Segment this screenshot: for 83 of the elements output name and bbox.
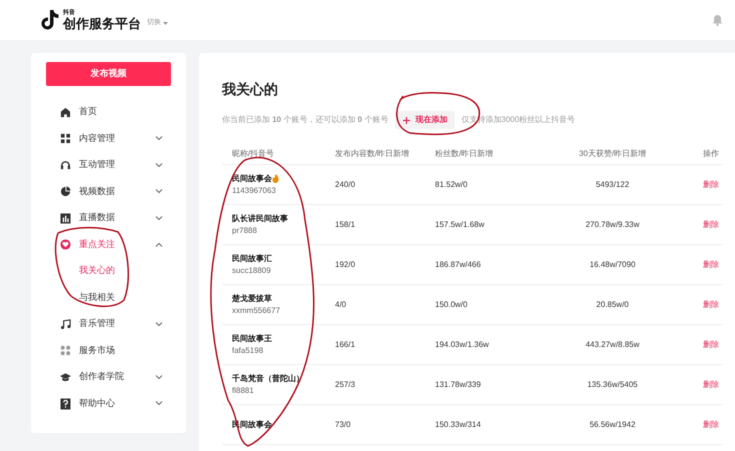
sidebar-item[interactable]: 创作者学院 — [46, 364, 171, 390]
question-icon — [60, 398, 71, 410]
sidebar-item[interactable]: 互动管理 — [46, 152, 171, 178]
sidebar-item[interactable]: 内容管理 — [46, 125, 171, 152]
table-cell-text: 240/0 — [335, 178, 356, 190]
pie-chart-icon — [60, 186, 71, 197]
table-cell-text: 81.52w/0 — [435, 178, 468, 190]
caret-icon — [163, 22, 168, 24]
summary-text: 你当前已添加 10 个账号，还可以添加 0 个账号 — [222, 114, 388, 126]
table-cell-text: 158/1 — [335, 218, 356, 230]
sidebar-item[interactable]: 视频数据 — [46, 178, 171, 205]
publish-video-button[interactable]: 发布视频 — [46, 62, 171, 86]
table-cell-text: 131.78w/339 — [435, 378, 482, 390]
column-header: 昵称/抖音号 — [231, 148, 276, 160]
account-id: fl8881 — [232, 384, 255, 396]
account-id: succ18809 — [232, 264, 272, 276]
sidebar-subitem[interactable]: 与我相关 — [46, 284, 171, 311]
table-cell-text: 194.03w/1.36w — [435, 338, 490, 350]
table-cell: 16.48w/7090 — [590, 258, 636, 270]
account-id: xxmm556677 — [232, 304, 282, 316]
add-now-button[interactable]: 现在添加 — [395, 111, 456, 129]
account-id: 1143967063 — [232, 184, 277, 196]
chevron-down-icon — [155, 374, 163, 380]
sidebar-item[interactable]: 首页 — [46, 98, 171, 126]
table-cell-text: 150.33w/314 — [435, 418, 482, 430]
sidebar-item[interactable]: 直播数据 — [46, 204, 171, 232]
music-note-logo-icon — [40, 9, 60, 31]
home-icon — [60, 106, 71, 118]
account-name: 千岛梵音（普陀山） — [232, 372, 304, 384]
chevron-down-icon — [155, 322, 163, 326]
delete-link[interactable]: 删除 — [703, 378, 723, 390]
chevron-down-icon — [155, 136, 163, 141]
table-cell-text: 150.0w/0 — [435, 298, 468, 310]
sidebar-item[interactable]: 帮助中心 — [46, 390, 171, 417]
column-header: 操作 — [703, 148, 720, 160]
table-cell: 135.36w/5405 — [587, 378, 638, 390]
account-name: 民间故事汇 — [232, 252, 272, 264]
graduation-cap-icon — [60, 372, 71, 382]
sidebar-item[interactable]: 音乐管理 — [46, 310, 171, 338]
table-cell-text: 166/1 — [335, 338, 356, 350]
sidebar-item[interactable]: 重点关注 — [46, 231, 171, 258]
delete-link[interactable]: 删除 — [703, 258, 723, 270]
plus-icon — [403, 116, 410, 124]
music-note-icon — [60, 318, 71, 330]
table-cell-text: 186.87w/466 — [435, 258, 482, 270]
table-cell: 443.27w/8.85w — [586, 338, 640, 350]
heart-icon — [60, 239, 71, 250]
table-cell-text: 192/0 — [335, 258, 356, 270]
chevron-down-icon — [155, 189, 163, 194]
delete-link[interactable]: 删除 — [703, 338, 723, 350]
account-name: 楚戈爱拔草 — [232, 292, 272, 304]
column-header: 发布内容数/昨日新增 — [335, 148, 410, 160]
account-name: 队长讲民间故事 — [232, 212, 288, 224]
delete-link[interactable]: 删除 — [703, 298, 723, 310]
table-cell-text: 73/0 — [335, 418, 352, 430]
chevron-up-icon — [155, 242, 163, 247]
table-cell-text: 257/3 — [335, 378, 356, 390]
headset-icon — [60, 160, 71, 170]
bell-icon[interactable] — [712, 14, 723, 26]
account-id: fafa5198 — [232, 344, 264, 356]
table-cell: 5493/122 — [596, 178, 630, 190]
sidebar-item[interactable]: 服务市场 — [46, 337, 171, 364]
grid-icon — [60, 133, 71, 144]
table-cell: 56.56w/1942 — [590, 418, 636, 430]
chevron-down-icon — [155, 216, 163, 220]
table-cell-text: 4/0 — [335, 298, 348, 310]
chevron-down-icon — [155, 401, 163, 406]
column-header: 30天获赞/昨日新增 — [578, 148, 646, 160]
page-title: 我关心的 — [222, 80, 279, 99]
delete-link[interactable]: 删除 — [703, 218, 723, 230]
table-cell-text: 157.5w/1.68w — [435, 218, 486, 230]
table-cell: 20.85w/0 — [596, 298, 629, 310]
grid-icon — [60, 345, 71, 356]
column-header: 粉丝数/昨日新增 — [435, 148, 494, 160]
table-cell: 270.78w/9.33w — [586, 218, 640, 230]
sidebar-subitem[interactable]: 我关心的 — [46, 258, 171, 284]
bar-chart-icon — [60, 212, 71, 224]
chevron-down-icon — [155, 162, 163, 168]
account-id: pr7888 — [232, 224, 258, 236]
logo-title: 创作服务平台 — [63, 17, 141, 30]
delete-link[interactable]: 删除 — [703, 178, 723, 190]
account-name: 民间故事王 — [232, 332, 272, 344]
delete-link[interactable]: 删除 — [703, 418, 723, 430]
